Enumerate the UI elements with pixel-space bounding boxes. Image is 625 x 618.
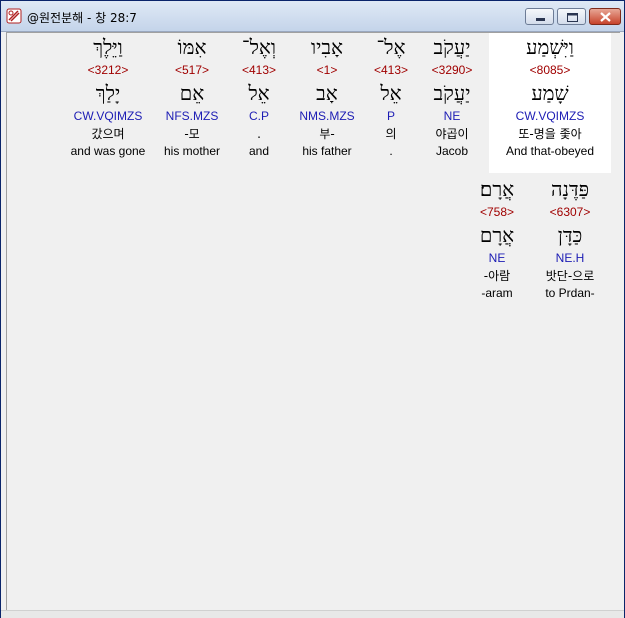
hebrew-word: וַיִּשְׁמַע bbox=[526, 35, 574, 59]
maximize-button[interactable] bbox=[557, 8, 586, 25]
strong-number: <1> bbox=[316, 63, 338, 77]
close-icon bbox=[600, 12, 611, 22]
bottom-edge bbox=[1, 610, 624, 618]
parsing-code: NFS.MZS bbox=[165, 109, 219, 123]
lemma: אֵל bbox=[380, 81, 402, 105]
strong-number: <8085> bbox=[529, 63, 571, 77]
strong-number: <413> bbox=[241, 63, 277, 77]
minimize-button[interactable] bbox=[525, 8, 554, 25]
hebrew-word: אֲרָם׃ bbox=[479, 177, 515, 201]
english-gloss: his father bbox=[302, 144, 352, 158]
strong-number: <3290> bbox=[431, 63, 473, 77]
lemma: יָלַךְ bbox=[95, 81, 121, 105]
hebrew-word: וַיֵּלֶךְ bbox=[93, 35, 123, 59]
korean-gloss: 부- bbox=[319, 127, 335, 141]
parsing-code: NMS.MZS bbox=[299, 109, 355, 123]
korean-gloss: 갔으며 bbox=[91, 127, 125, 141]
maximize-icon bbox=[567, 13, 578, 22]
english-gloss: Jacob bbox=[435, 144, 469, 158]
korean-gloss: -아람 bbox=[483, 269, 511, 283]
korean-gloss: . bbox=[257, 127, 261, 141]
hebrew-word: אֶל־ bbox=[376, 35, 406, 59]
word-block[interactable]: אִמּוֹ <517> אֵם NFS.MZS -모 his mother bbox=[157, 33, 227, 160]
english-gloss: and was gone bbox=[70, 144, 146, 158]
parsing-code: P bbox=[386, 109, 395, 123]
hebrew-word: פַּדֶּנָה bbox=[550, 177, 590, 201]
word-block[interactable]: יַעֲקֹב <3290> יַעֲקֹב NE 야곱이 Jacob bbox=[422, 33, 482, 160]
parsing-code: CW.VQIMZS bbox=[515, 109, 585, 123]
parsing-code: NE.H bbox=[555, 251, 585, 265]
strong-number: <517> bbox=[174, 63, 210, 77]
close-button[interactable] bbox=[589, 8, 621, 25]
word-block[interactable]: וְאֶל־ <413> אֵל C.P . and bbox=[231, 33, 287, 160]
verse-analysis-area: וַיִּשְׁמַע <8085> שָׁמַע CW.VQIMZS 또-명을… bbox=[6, 32, 620, 611]
english-gloss: . bbox=[389, 144, 393, 158]
word-block[interactable]: אֲרָם׃ <758> אֲרָם NE -아람 -aram bbox=[469, 175, 525, 302]
lemma: אֵם bbox=[179, 81, 205, 105]
parsing-code: C.P bbox=[248, 109, 269, 123]
english-gloss: -aram bbox=[481, 286, 513, 300]
parsing-code: NE bbox=[443, 109, 461, 123]
hebrew-word: אִמּוֹ bbox=[177, 35, 207, 59]
window-title: @원전분해 - 창 28:7 bbox=[27, 11, 137, 25]
hebrew-word: יַעֲקֹב bbox=[433, 35, 471, 59]
lemma: אֵל bbox=[248, 81, 270, 105]
korean-gloss: 야곱이 bbox=[435, 127, 469, 141]
korean-gloss: 의 bbox=[385, 127, 397, 141]
lemma: אֲרָם bbox=[479, 223, 515, 247]
lemma: אָב bbox=[316, 81, 338, 105]
strong-number: <758> bbox=[479, 205, 515, 219]
word-block[interactable]: אָבִיו <1> אָב NMS.MZS 부- his father bbox=[292, 33, 362, 160]
parsing-code: NE bbox=[488, 251, 506, 265]
english-gloss: his mother bbox=[163, 144, 221, 158]
app-icon bbox=[6, 8, 22, 24]
strong-number: <6307> bbox=[549, 205, 591, 219]
word-block[interactable]: אֶל־ <413> אֵל P 의 . bbox=[365, 33, 417, 160]
hebrew-word: וְאֶל־ bbox=[241, 35, 277, 59]
word-block[interactable]: פַּדֶּנָה <6307> כַּדָּן NE.H 밧단-으로 to P… bbox=[535, 175, 605, 302]
lemma: כַּדָּן bbox=[557, 223, 583, 247]
word-block[interactable]: וַיִּשְׁמַע <8085> שָׁמַע CW.VQIMZS 또-명을… bbox=[489, 33, 611, 173]
lemma: יַעֲקֹב bbox=[433, 81, 471, 105]
english-gloss: to Prdan- bbox=[545, 286, 595, 300]
strong-number: <413> bbox=[373, 63, 409, 77]
lemma: שָׁמַע bbox=[531, 81, 569, 105]
korean-gloss: -모 bbox=[184, 127, 200, 141]
korean-gloss: 밧단-으로 bbox=[545, 269, 595, 283]
english-gloss: and bbox=[248, 144, 270, 158]
korean-gloss: 또-명을 좇아 bbox=[518, 127, 582, 141]
english-gloss: And that-obeyed bbox=[505, 144, 595, 158]
title-bar[interactable]: @원전분해 - 창 28:7 bbox=[1, 1, 624, 32]
minimize-icon bbox=[536, 18, 545, 21]
hebrew-word: אָבִיו bbox=[310, 35, 343, 59]
strong-number: <3212> bbox=[87, 63, 129, 77]
parsing-code: CW.VQIMZS bbox=[73, 109, 143, 123]
app-window: @원전분해 - 창 28:7 וַיִּשְׁמַע <8085> שָׁמַע… bbox=[0, 0, 625, 618]
word-block[interactable]: וַיֵּלֶךְ <3212> יָלַךְ CW.VQIMZS 갔으며 an… bbox=[65, 33, 151, 160]
